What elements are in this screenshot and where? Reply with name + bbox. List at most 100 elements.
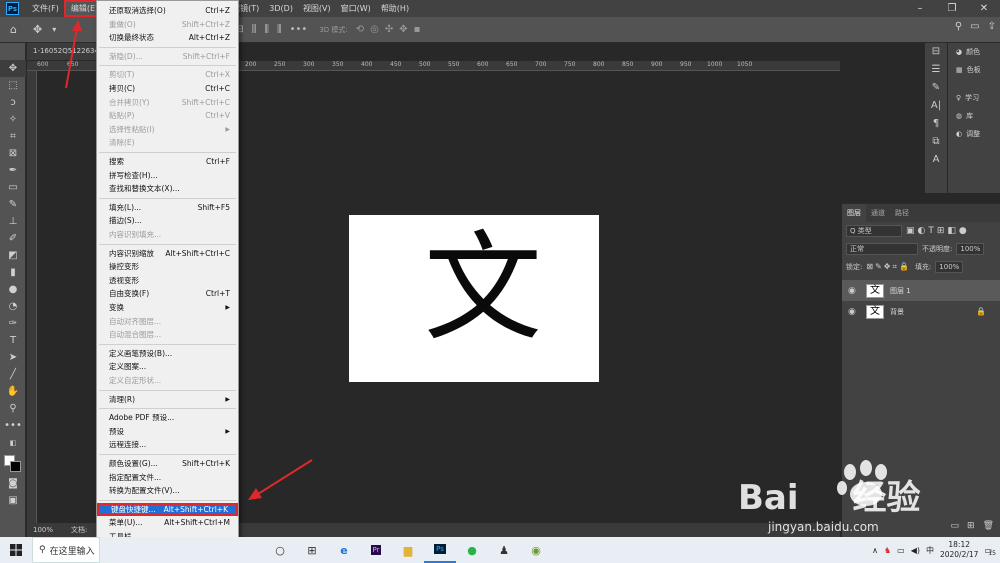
- blend-mode-select[interactable]: 正常: [846, 243, 918, 255]
- glyph-icon[interactable]: A: [925, 151, 947, 169]
- ime-indicator[interactable]: 中: [926, 545, 934, 556]
- eye-icon[interactable]: ◉: [848, 286, 860, 296]
- edit-menu-item[interactable]: 还原取消选择(O) Ctrl+Z: [97, 4, 238, 17]
- gradient-tool[interactable]: ▮: [0, 264, 26, 281]
- edit-menu-item[interactable]: 指定配置文件...: [97, 471, 238, 484]
- layer-name[interactable]: 图层 1: [890, 286, 911, 296]
- cortana-icon[interactable]: ○: [264, 537, 296, 563]
- tray-app-icon[interactable]: ♞: [884, 546, 891, 555]
- minimize-icon[interactable]: –: [904, 0, 936, 17]
- tray-expand-icon[interactable]: ∧: [872, 546, 878, 555]
- edit-menu-item[interactable]: 合并拷贝(Y) Shift+Ctrl+C: [97, 96, 238, 109]
- taskbar-search[interactable]: ⚲ 在这里输入: [32, 537, 100, 563]
- edit-menu-item[interactable]: 透视变形: [97, 274, 238, 287]
- 3d-roll-icon[interactable]: ◎: [370, 24, 379, 35]
- edit-menu-item[interactable]: 菜单(U)... Alt+Shift+Ctrl+M: [97, 516, 238, 529]
- tab-layers[interactable]: 图层: [842, 204, 866, 222]
- color-panel-tab[interactable]: ◕ 颜色: [948, 43, 1000, 61]
- edit-menu-item[interactable]: 自由变换(F) Ctrl+T: [97, 287, 238, 300]
- tab-channels[interactable]: 通道: [866, 204, 890, 222]
- eraser-tool[interactable]: ◩: [0, 247, 26, 264]
- edit-menu-item[interactable]: 内容识别缩放 Alt+Shift+Ctrl+C: [97, 247, 238, 260]
- layer-filter-select[interactable]: Q 类型: [846, 225, 902, 237]
- more-options-icon[interactable]: •••: [290, 24, 308, 35]
- edit-menu-item[interactable]: 拼写检查(H)...: [97, 169, 238, 182]
- edit-menu-item[interactable]: 选择性粘贴(I) ▶: [97, 123, 238, 136]
- search-icon[interactable]: ⚲: [955, 21, 962, 32]
- frame-tool[interactable]: ⊠: [0, 145, 26, 162]
- app-icon[interactable]: ◉: [520, 537, 552, 563]
- stamp-tool[interactable]: ⊥: [0, 213, 26, 230]
- edit-menu-item[interactable]: 重做(O) Shift+Ctrl+Z: [97, 18, 238, 31]
- edit-menu-item[interactable]: 自动对齐图层...: [97, 315, 238, 328]
- layer-row[interactable]: ◉ 文 图层 1: [842, 280, 1000, 301]
- edit-menu-item[interactable]: 切换最终状态 Alt+Ctrl+Z: [97, 31, 238, 44]
- lock-icons[interactable]: ⊠✎✥⌗🔒: [866, 262, 911, 272]
- 3d-scale-icon[interactable]: ▪: [414, 24, 421, 35]
- menu-3d[interactable]: 3D(D): [264, 0, 298, 17]
- task-view-icon[interactable]: ⊞: [296, 537, 328, 563]
- move-tool-icon[interactable]: ✥: [33, 23, 42, 36]
- marquee-tool[interactable]: ⬚: [0, 77, 26, 94]
- move-tool[interactable]: ✥: [0, 60, 26, 77]
- edit-menu-item[interactable]: 粘贴(P) Ctrl+V: [97, 109, 238, 122]
- edit-menu-item[interactable]: 清除(E): [97, 136, 238, 149]
- document-tab[interactable]: 1-16052Q5122634: [27, 43, 100, 60]
- menu-view[interactable]: 视图(V): [298, 0, 336, 17]
- edit-menu-item[interactable]: 描边(S)...: [97, 214, 238, 227]
- document-canvas[interactable]: 文: [349, 215, 599, 382]
- edit-menu-item[interactable]: 键盘快捷键... Alt+Shift+Ctrl+K: [97, 502, 238, 516]
- edit-menu-item[interactable]: 清理(R) ▶: [97, 393, 238, 406]
- 3d-pan-icon[interactable]: ✣: [385, 24, 393, 35]
- menu-file[interactable]: 文件(F): [27, 0, 64, 17]
- history-brush-tool[interactable]: ✐: [0, 230, 26, 247]
- brush-tool[interactable]: ✎: [0, 196, 26, 213]
- zoom-level[interactable]: 100%: [33, 526, 53, 534]
- volume-icon[interactable]: ◀): [911, 546, 920, 555]
- tab-paths[interactable]: 路径: [890, 204, 914, 222]
- menu-help[interactable]: 帮助(H): [376, 0, 414, 17]
- default-colors-icon[interactable]: ◧: [0, 434, 26, 451]
- distribute-v-icon[interactable]: ⫼: [264, 24, 269, 35]
- opacity-input[interactable]: 100%: [956, 243, 985, 255]
- photoshop-taskbar-icon[interactable]: Ps: [424, 537, 456, 563]
- quick-mask-icon[interactable]: ◙: [0, 475, 26, 492]
- share-icon[interactable]: ⇪: [988, 21, 996, 32]
- properties-icon[interactable]: ⊟: [925, 43, 947, 61]
- eyedropper-tool[interactable]: ✒: [0, 162, 26, 179]
- workspace-icon[interactable]: ▭: [970, 21, 979, 32]
- color-swatches[interactable]: [0, 451, 26, 475]
- filter-icons[interactable]: ▣◐T⊞◧●: [906, 226, 970, 236]
- dodge-tool[interactable]: ◔: [0, 298, 26, 315]
- edit-menu-item[interactable]: 远程连接...: [97, 438, 238, 451]
- 3d-slide-icon[interactable]: ✥: [399, 24, 407, 35]
- edit-menu-item[interactable]: 拷贝(C) Ctrl+C: [97, 82, 238, 95]
- edit-menu-item[interactable]: 自动混合图层...: [97, 328, 238, 341]
- path-select-tool[interactable]: ➤: [0, 349, 26, 366]
- clone-source-icon[interactable]: ⧉: [925, 133, 947, 151]
- edit-menu-item[interactable]: 转换为配置文件(V)...: [97, 484, 238, 497]
- blur-tool[interactable]: ●: [0, 281, 26, 298]
- edit-menu-item[interactable]: 预设 ▶: [97, 425, 238, 438]
- type-tool[interactable]: T: [0, 332, 26, 349]
- premiere-icon[interactable]: Pr: [360, 537, 392, 563]
- swatches-panel-tab[interactable]: ▦ 色板: [948, 61, 1000, 79]
- distribute-icon[interactable]: ⫼: [252, 24, 257, 35]
- file-explorer-icon[interactable]: ▆: [392, 537, 424, 563]
- edit-menu-item[interactable]: 渐隐(D)... Shift+Ctrl+F: [97, 50, 238, 63]
- pen-tool[interactable]: ✑: [0, 315, 26, 332]
- edit-menu-item[interactable]: 剪切(T) Ctrl+X: [97, 68, 238, 81]
- edge-icon[interactable]: e: [328, 537, 360, 563]
- layer-row[interactable]: ◉ 文 背景 🔒: [842, 301, 1000, 322]
- eye-icon[interactable]: ◉: [848, 307, 860, 317]
- edit-menu-item[interactable]: 定义画笔预设(B)...: [97, 347, 238, 360]
- qq-icon[interactable]: ♟: [488, 537, 520, 563]
- magic-wand-tool[interactable]: ✧: [0, 111, 26, 128]
- edit-menu-item[interactable]: 查找和替换文本(X)...: [97, 182, 238, 195]
- edit-menu-item[interactable]: 颜色设置(G)... Shift+Ctrl+K: [97, 457, 238, 470]
- edit-menu-item[interactable]: 内容识别填充...: [97, 228, 238, 241]
- learn-panel-tab[interactable]: ♀ 学习: [948, 89, 1000, 107]
- clock[interactable]: 18:12 2020/2/17: [940, 540, 978, 560]
- dropdown-arrow-icon[interactable]: ▾: [52, 25, 56, 34]
- layer-name[interactable]: 背景: [890, 307, 970, 317]
